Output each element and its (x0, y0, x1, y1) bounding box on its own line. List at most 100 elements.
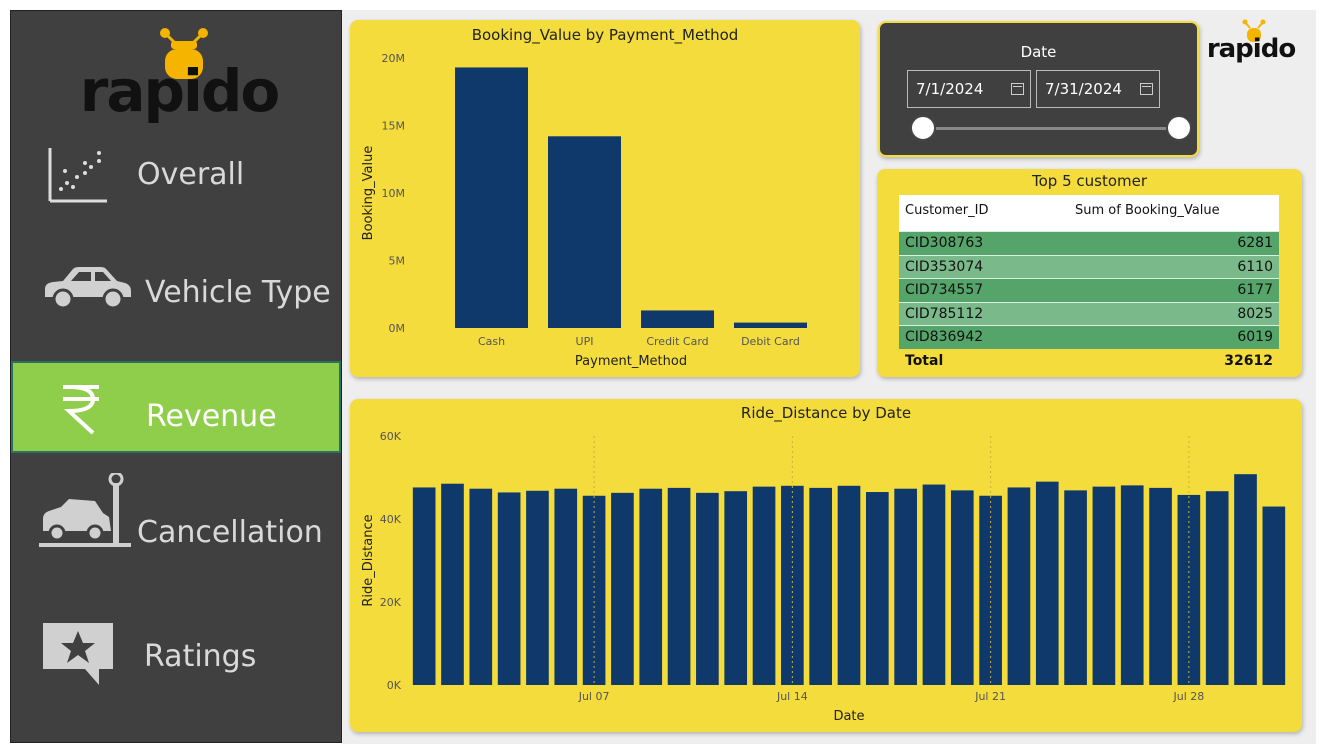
nav-overall-label: Overall (137, 157, 245, 192)
x-tick-label: Jul 07 (578, 690, 610, 703)
date-slicer: Date 7/1/2024 7/31/2024 (878, 21, 1199, 157)
x-axis-title: Payment_Method (575, 354, 687, 369)
bar (1064, 490, 1087, 685)
date-end-handle[interactable] (1166, 115, 1192, 141)
y-tick-label: 20M (382, 52, 406, 65)
table-total-row: Total 32612 (899, 349, 1279, 373)
nav-revenue-label: Revenue (146, 399, 277, 434)
booking-value-chart-card: Booking_Value by Payment_Method 0M 5M 10M 1… (350, 20, 860, 377)
calendar-icon[interactable] (1011, 83, 1024, 95)
y-tick-label: 0M (389, 322, 406, 335)
bar (781, 485, 804, 685)
car-crash-icon (39, 473, 131, 547)
column-header-booking-value[interactable]: Sum of Booking_Value (1075, 203, 1279, 218)
nav-vehicle-type[interactable]: Vehicle Type (11, 237, 341, 329)
table-row[interactable]: CID734557 6177 (899, 278, 1279, 302)
x-tick-label: Jul 21 (974, 690, 1006, 703)
table-row[interactable]: CID308763 6281 (899, 231, 1279, 255)
bar (497, 492, 521, 685)
bar (922, 484, 946, 685)
start-date-input[interactable]: 7/1/2024 (907, 70, 1031, 108)
booking-value-cell: 8025 (1237, 305, 1273, 322)
calendar-icon[interactable] (1140, 83, 1153, 95)
bar (548, 136, 621, 328)
bar (455, 67, 528, 328)
dashboard: rapido Overall Vehicle Type Revenue Canc… (0, 0, 1320, 748)
bar (1035, 481, 1059, 685)
bar (724, 491, 748, 685)
bar (1234, 474, 1257, 685)
y-tick-label: 15M (382, 120, 406, 133)
customer-id-cell: CID785112 (905, 305, 984, 322)
bar (734, 322, 807, 328)
y-tick-label: 0K (387, 679, 402, 692)
x-tick-label: Jul 14 (776, 690, 808, 703)
x-tick-label: UPI (576, 335, 594, 348)
rupee-icon (63, 385, 99, 435)
nav-vehicle-type-label: Vehicle Type (145, 275, 331, 310)
y-tick-label: 60K (380, 430, 402, 443)
bar (950, 490, 974, 685)
nav-revenue[interactable]: Revenue (11, 361, 341, 453)
bar (894, 488, 917, 685)
ride-distance-chart: 0K 20K 40K 60K Jul 07 Jul 14 Jul 21 Jul 28 Date R… (361, 430, 1286, 724)
top-customers-title: Top 5 customer (1031, 172, 1148, 190)
bar (809, 487, 833, 685)
booking-value-chart: 0M 5M 10M 15M 20M Cash UPI Credit Card Debit Car… (361, 52, 807, 369)
scatter-chart-icon (48, 148, 107, 203)
column-header-customer-id[interactable]: Customer_ID (899, 203, 1075, 218)
sidebar: rapido Overall Vehicle Type Revenue Canc… (10, 10, 342, 743)
nav-cancellation[interactable]: Cancellation (11, 473, 341, 569)
customer-id-cell: CID734557 (905, 282, 984, 299)
nav-ratings[interactable]: Ratings (11, 601, 341, 693)
bar (1149, 487, 1172, 685)
bar (469, 488, 493, 685)
bar (1092, 486, 1116, 685)
customer-id-cell: CID353074 (905, 258, 984, 275)
bar (1205, 491, 1229, 685)
nav-overall[interactable]: Overall (11, 119, 341, 211)
top-customers-card: Top 5 customer Customer_ID Sum of Bookin… (877, 169, 1302, 377)
nav-cancellation-label: Cancellation (137, 515, 323, 550)
top-customers-table: Customer_ID Sum of Booking_Value CID3087… (899, 195, 1279, 373)
y-axis-title: Booking_Value (361, 146, 376, 241)
rapido-wordmark: rapido (79, 57, 281, 125)
bar (696, 492, 719, 685)
y-tick-label: 20K (380, 596, 402, 609)
total-label: Total (905, 352, 944, 369)
y-tick-label: 5M (389, 255, 406, 268)
bar (639, 488, 663, 685)
nav-ratings-label: Ratings (144, 639, 257, 674)
car-icon (45, 267, 131, 310)
table-row[interactable]: CID785112 8025 (899, 301, 1279, 325)
rapido-wordmark-small: rapido (1206, 34, 1296, 64)
x-tick-label: Credit Card (646, 335, 708, 348)
x-tick-label: Cash (478, 335, 505, 348)
bar (837, 485, 861, 685)
bar (1262, 506, 1286, 685)
bar (611, 492, 634, 685)
y-tick-label: 10M (382, 187, 406, 200)
bar (1007, 487, 1031, 685)
bar (412, 487, 436, 685)
bar (752, 486, 776, 685)
customer-id-cell: CID308763 (905, 235, 984, 252)
table-row[interactable]: CID836942 6019 (899, 325, 1279, 349)
date-slicer-title: Date (1020, 43, 1057, 61)
booking-value-cell: 6019 (1237, 329, 1273, 346)
table-row[interactable]: CID353074 6110 (899, 254, 1279, 278)
end-date-input[interactable]: 7/31/2024 (1036, 70, 1160, 108)
bar (641, 310, 714, 328)
start-date-value: 7/1/2024 (916, 80, 984, 98)
star-review-icon (43, 623, 113, 685)
booking-value-cell: 6110 (1237, 258, 1273, 275)
booking-value-cell: 6281 (1237, 235, 1273, 252)
x-tick-label: Jul 28 (1172, 690, 1204, 703)
date-start-handle[interactable] (910, 115, 936, 141)
total-value: 32612 (1224, 352, 1273, 369)
end-date-value: 7/31/2024 (1045, 80, 1122, 98)
date-range-track (923, 127, 1179, 130)
rapido-logo-small: rapido (1205, 18, 1297, 68)
x-tick-label: Debit Card (741, 335, 800, 348)
customer-id-cell: CID836942 (905, 329, 984, 346)
